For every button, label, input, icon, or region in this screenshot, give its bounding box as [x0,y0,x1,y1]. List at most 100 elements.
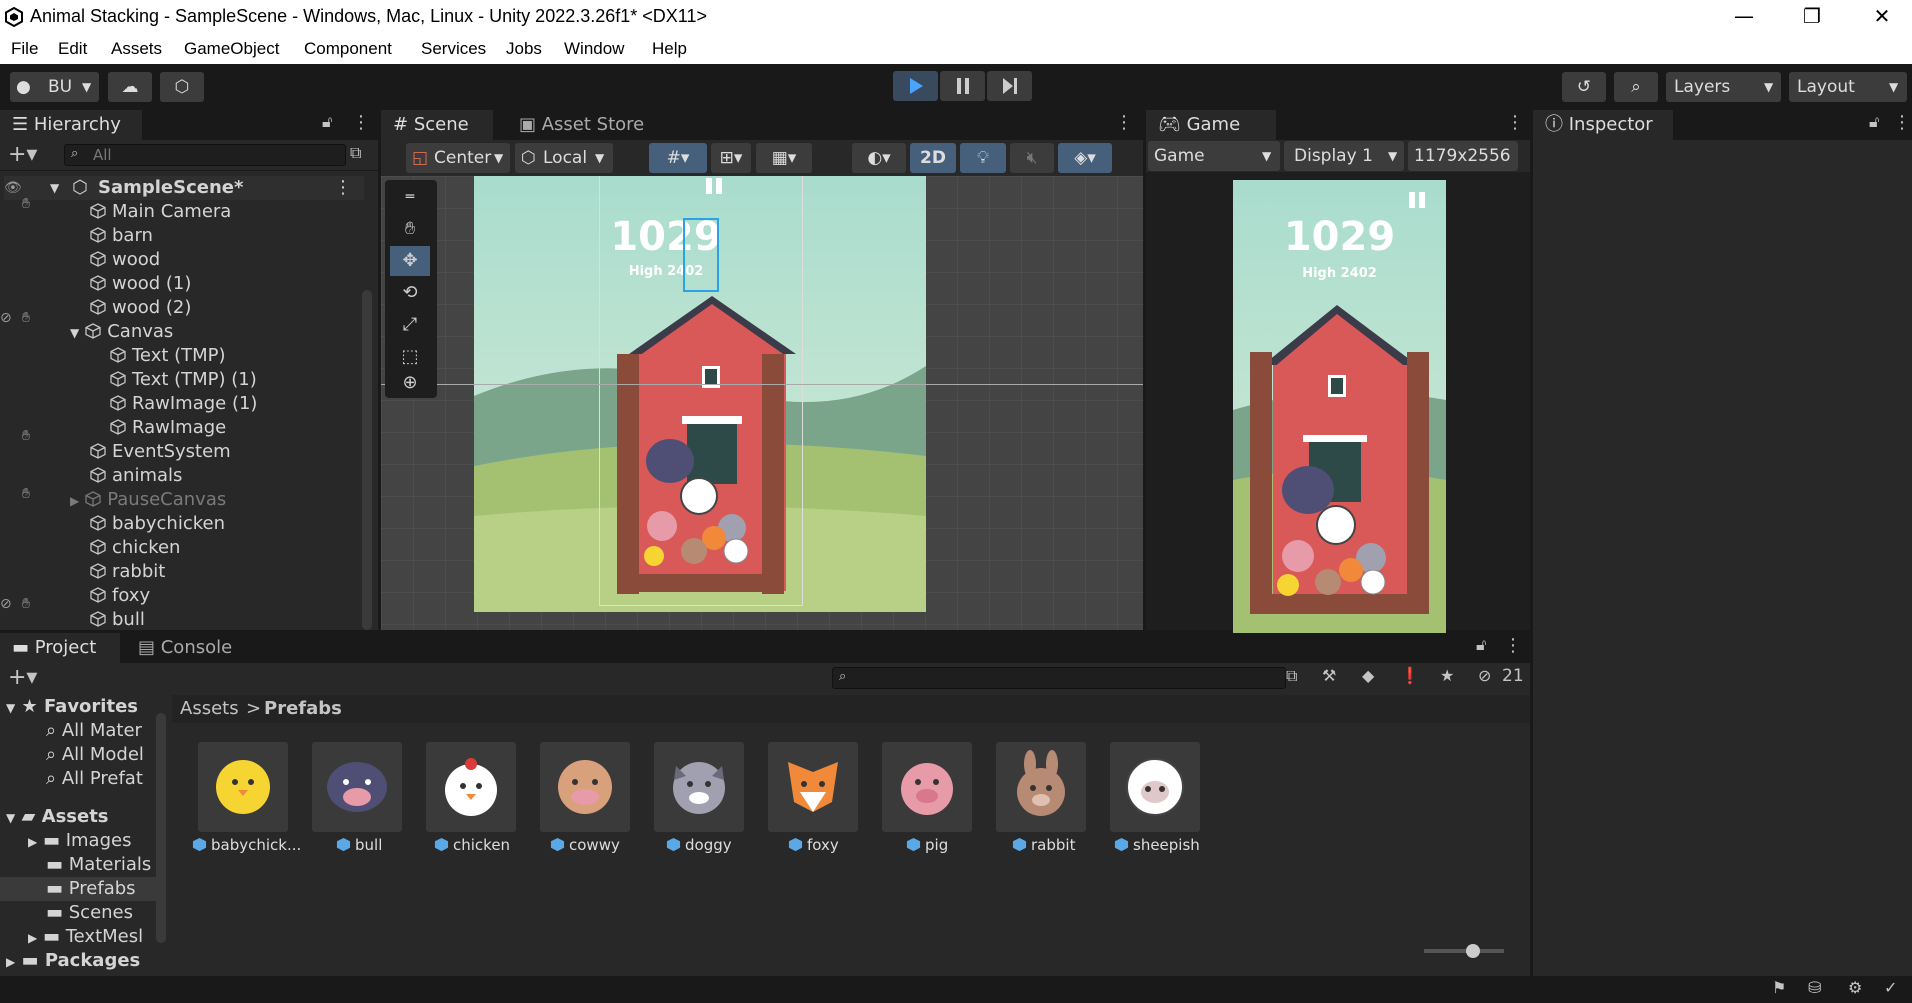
audio-button[interactable]: 🔇︎ [1010,143,1054,173]
effects-button[interactable]: ◈▾ [1058,143,1112,173]
play-button[interactable] [893,71,938,101]
hierarchy-item[interactable]: ▼ Canvas [70,320,173,344]
filter-by-label-icon[interactable]: ◆ [1362,666,1374,685]
favorite-star-icon[interactable]: ★ [1440,666,1454,685]
project-search-input[interactable]: ⌕ [832,667,1286,689]
game-viewport[interactable]: 1029 High 2402 [1146,172,1530,638]
hierarchy-item[interactable]: animals [90,464,182,488]
prefab-tile-cowwy[interactable] [540,742,630,832]
tab-scene[interactable]: # Scene [381,110,493,140]
cache-server-icon[interactable]: ⛁ [1808,978,1821,997]
hierarchy-item[interactable]: Text (TMP) (1) [110,368,257,392]
hierarchy-item[interactable]: wood (2) [90,296,191,320]
breadcrumb-prefabs[interactable]: Prefabs [264,698,342,719]
prefab-tile-foxy[interactable] [768,742,858,832]
hand-tool-button[interactable]: ✋︎ [390,214,430,244]
menu-gameobject[interactable]: GameObject [184,39,279,59]
kebab-menu-icon[interactable]: ⋮ [334,176,352,200]
history-button[interactable]: ↺ [1562,72,1606,102]
prefab-tile-bull[interactable] [312,742,402,832]
zoom-slider[interactable] [1424,944,1504,958]
step-button[interactable] [987,71,1032,101]
hierarchy-item[interactable]: babychicken [90,512,225,536]
space-dropdown[interactable]: ⬡ Local ▼ [515,143,613,173]
hidden-packages-icon[interactable]: ⊘ [1478,666,1491,685]
breadcrumb-assets[interactable]: Assets [180,698,239,719]
hierarchy-item[interactable]: Main Camera [90,200,231,224]
search-button[interactable]: ⌕ [1614,72,1658,102]
scene-root[interactable]: 👁︎ ▼ ⬡ SampleScene* ⋮ [4,176,364,200]
move-tool-button[interactable]: ✥ [390,246,430,276]
hidden-icon[interactable]: ⊘ [0,310,20,326]
filter-by-type-icon[interactable]: ⚒ [1322,666,1336,685]
mode-2d-button[interactable]: 2D [910,143,956,173]
close-button[interactable]: ✕ [1854,0,1910,35]
hierarchy-item[interactable]: wood (1) [90,272,191,296]
prefab-tile-babychicken[interactable] [198,742,288,832]
prefab-label[interactable]: rabbit [1012,836,1075,854]
hierarchy-item[interactable]: bull [90,608,145,632]
pickable-icon[interactable]: ✋︎ [22,196,42,212]
folder-item[interactable]: ▶ ▬ Images [28,829,131,853]
prefab-label[interactable]: sheepish [1114,836,1200,854]
pickable-icon[interactable]: ✋︎ [22,486,42,502]
collab-button[interactable]: ⬡ [160,72,204,102]
kebab-menu-icon[interactable]: ⋮ [1504,635,1522,656]
hierarchy-item[interactable]: EventSystem [90,440,231,464]
transform-tool-button[interactable]: ⊕ [390,368,430,398]
pickable-icon[interactable]: ✋︎ [22,310,42,326]
hierarchy-item[interactable]: wood [90,248,160,272]
hierarchy-item[interactable]: chicken [90,536,180,560]
grid-toggle-button[interactable]: ▦▾ [756,143,812,173]
hierarchy-item[interactable]: foxy [90,584,150,608]
menu-window[interactable]: Window [564,39,624,59]
assets-root[interactable]: ▼ ▰ Assets [6,805,109,829]
layout-dropdown[interactable]: Layout ▼ [1789,72,1907,102]
favorites-header[interactable]: ▼ ★ Favorites [6,695,138,719]
menu-component[interactable]: Component [304,39,392,59]
chevron-down-icon[interactable]: ▼ [50,176,59,200]
pause-button[interactable] [940,71,985,101]
visibility-icon[interactable]: 👁︎ [4,176,24,200]
palette-handle-icon[interactable]: ═ [390,182,430,212]
prefab-label[interactable]: bull [336,836,382,854]
tab-project[interactable]: ▬ Project [0,633,120,663]
kebab-menu-icon[interactable]: ⋮ [1893,112,1911,133]
prefab-tile-pig[interactable] [882,742,972,832]
menu-assets[interactable]: Assets [111,39,162,59]
folder-item[interactable]: ▬ Materials [46,853,151,877]
hierarchy-item[interactable]: Text (TMP) [110,344,226,368]
game-view-dropdown[interactable]: Game ▼ [1148,141,1280,171]
menu-help[interactable]: Help [652,39,687,59]
folder-item[interactable]: ▶ ▬ TextMesl [28,925,143,949]
status-check-icon[interactable]: ✓ [1884,978,1897,997]
zoom-slider-thumb[interactable] [1466,944,1480,958]
folder-item[interactable]: ▬ Scenes [46,901,133,925]
menu-edit[interactable]: Edit [58,39,87,59]
rotate-tool-button[interactable]: ⟲ [390,278,430,308]
lighting-button[interactable]: 💡︎ [960,143,1006,173]
scale-tool-button[interactable]: ⤢ [390,310,430,340]
pickable-icon[interactable]: ✋︎ [22,596,42,612]
tab-asset-store[interactable]: ▣ Asset Store [507,110,657,140]
menu-file[interactable]: File [11,39,38,59]
grid-snap-button[interactable]: #▾ [649,143,707,173]
lock-icon[interactable]: 🔓︎ [1869,112,1879,132]
pivot-dropdown[interactable]: ◱ Center ▼ [406,143,510,173]
prefab-label[interactable]: pig [906,836,948,854]
hidden-icon[interactable]: ⊘ [0,596,20,612]
hierarchy-item[interactable]: barn [90,224,153,248]
search-by-type-icon[interactable]: ⧉ [1286,666,1297,686]
minimize-button[interactable]: — [1716,0,1772,35]
favorite-item[interactable]: ⌕ All Mater [46,719,142,743]
pickable-icon[interactable]: ✋︎ [22,428,42,444]
tab-console[interactable]: ▤ Console [126,633,246,663]
increment-snap-button[interactable]: ⊞▾ [711,143,751,173]
scene-viewport[interactable]: 1029 High 2402 [381,176,1143,630]
kebab-menu-icon[interactable]: ⋮ [1506,112,1524,133]
folder-item-selected[interactable]: ▬ Prefabs [0,877,158,901]
hierarchy-item[interactable]: RawImage (1) [110,392,257,416]
prefab-tile-doggy[interactable] [654,742,744,832]
progress-icon[interactable]: ⚙ [1848,978,1862,997]
tab-game[interactable]: 🎮︎ Game [1146,110,1276,140]
